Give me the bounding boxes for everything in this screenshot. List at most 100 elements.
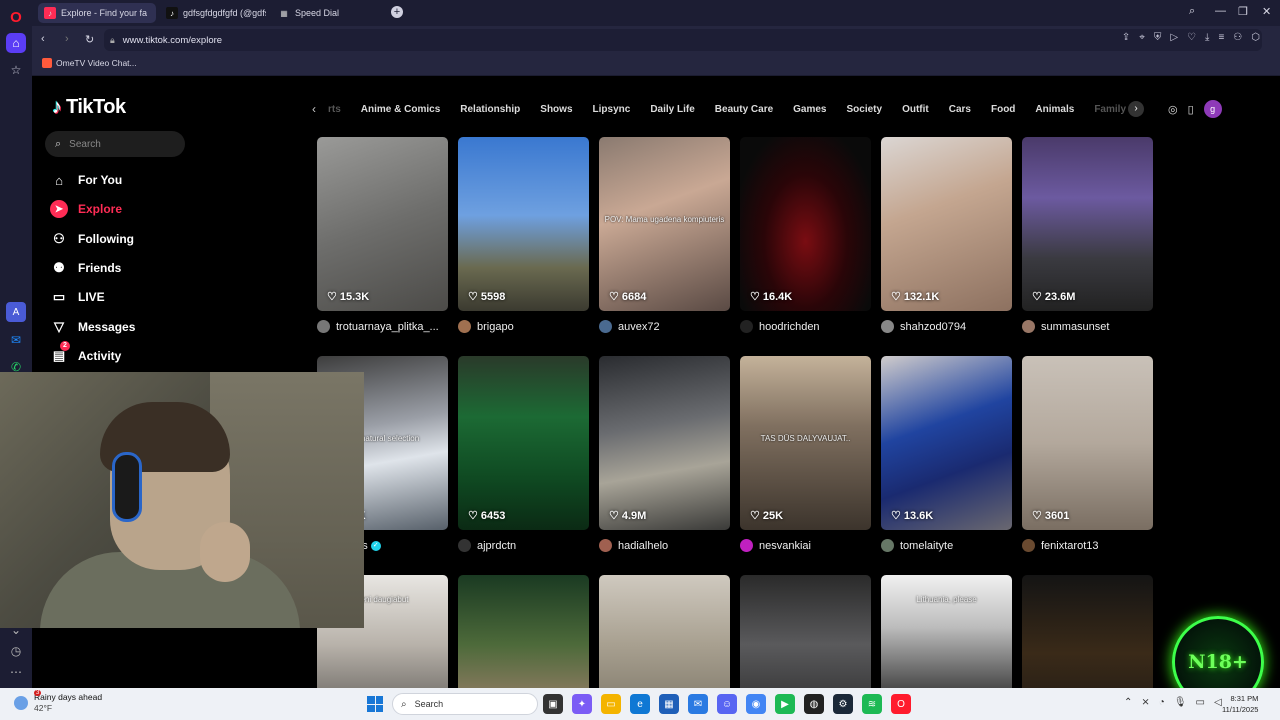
video-author[interactable]: ajprdctn [458, 539, 589, 552]
heart-icon[interactable]: ♡ [1187, 32, 1196, 43]
tab-profile[interactable]: ♪ gdfsgfdgdfgfd (@gdfsgfd [160, 3, 266, 23]
nav-following[interactable]: ⚇ Following [50, 230, 134, 248]
author-name[interactable]: tomelaityte [900, 540, 953, 552]
edge-icon[interactable]: e [630, 694, 650, 714]
url-field[interactable]: 🔒︎ www.tiktok.com/explore [104, 29, 1262, 51]
tab-speed-dial[interactable]: ▦ Speed Dial [272, 3, 362, 23]
category-tab[interactable]: Food [991, 104, 1015, 115]
shield-icon[interactable]: ⛨ [1154, 32, 1162, 43]
author-name[interactable]: hoodrichden [759, 321, 820, 333]
video-author[interactable]: hadialhelo [599, 539, 730, 552]
avatar[interactable] [599, 320, 612, 333]
terminal-icon[interactable]: ▶ [775, 694, 795, 714]
video-thumbnail[interactable]: ♡ 132.1K [881, 137, 1012, 311]
category-tab[interactable]: Shows [540, 104, 572, 115]
video-author[interactable]: fenixtarot13 [1022, 539, 1153, 552]
chevron-right-icon[interactable]: › [1128, 101, 1144, 117]
category-tab[interactable]: Family [1094, 104, 1126, 115]
video-thumbnail[interactable]: TAS DŪS DALYVAUJAT.. ♡ 25K [740, 356, 871, 530]
category-tab[interactable]: Games [793, 104, 826, 115]
video-card[interactable]: ♡ 15.3K trotuarnaya_plitka_... [317, 137, 448, 333]
maximize-button[interactable]: ❐ [1238, 5, 1248, 18]
video-author[interactable]: shahzod0794 [881, 320, 1012, 333]
copilot-icon[interactable]: ✦ [572, 694, 592, 714]
home-icon[interactable]: ⌂ [6, 33, 26, 53]
search-tabs-icon[interactable]: ⌕ [1189, 5, 1195, 18]
author-name[interactable]: trotuarnaya_plitka_... [336, 321, 439, 333]
video-card[interactable]: Lithuania, please [881, 575, 1012, 688]
opera-icon[interactable]: O [891, 694, 911, 714]
video-card[interactable] [740, 575, 871, 688]
task-view-icon[interactable]: ▣ [543, 694, 563, 714]
camera-icon[interactable]: ⌖ [1139, 32, 1145, 43]
video-card[interactable]: ♡ 16.4K hoodrichden [740, 137, 871, 333]
author-name[interactable]: shahzod0794 [900, 321, 966, 333]
video-author[interactable]: trotuarnaya_plitka_... [317, 320, 448, 333]
nav-activity[interactable]: ▤ 2 Activity [50, 341, 121, 365]
category-tab[interactable]: Outfit [902, 104, 929, 115]
video-card[interactable]: ♡ 4.9M hadialhelo [599, 356, 730, 552]
author-name[interactable]: summasunset [1041, 321, 1109, 333]
store-icon[interactable]: ▦ [659, 694, 679, 714]
avatar[interactable] [881, 320, 894, 333]
file-explorer-icon[interactable]: ▭ [601, 694, 621, 714]
avatar[interactable] [317, 320, 330, 333]
forward-button[interactable]: › [65, 33, 69, 45]
video-author[interactable]: nesvankiai [740, 539, 871, 552]
chevron-up-icon[interactable]: ⌃ [1124, 697, 1132, 708]
video-author[interactable]: hoodrichden [740, 320, 871, 333]
play-icon[interactable]: ▷ [1170, 32, 1178, 43]
avatar[interactable] [458, 539, 471, 552]
video-card[interactable] [458, 575, 589, 688]
category-tab[interactable]: Animals [1035, 104, 1074, 115]
search-input[interactable]: ⌕ Search [45, 131, 185, 157]
category-tab[interactable]: Relationship [460, 104, 520, 115]
nav-friends[interactable]: ⚉ Friends [50, 259, 121, 277]
video-author[interactable]: brigapo [458, 320, 589, 333]
star-icon[interactable]: ☆ [6, 60, 26, 80]
video-card[interactable]: TAS DŪS DALYVAUJAT.. ♡ 25K nesvankiai [740, 356, 871, 552]
outlook-icon[interactable]: ✉ [688, 694, 708, 714]
chrome-icon[interactable]: ◉ [746, 694, 766, 714]
windows-start-icon[interactable] [367, 696, 383, 712]
video-thumbnail[interactable] [1022, 575, 1153, 688]
video-author[interactable]: summasunset [1022, 320, 1153, 333]
profile-icon[interactable]: ⚇ [1233, 32, 1242, 43]
category-tab[interactable]: Beauty Care [715, 104, 773, 115]
network-icon[interactable]: ▭ [1196, 697, 1205, 708]
mobile-icon[interactable]: ▯ [1188, 103, 1194, 116]
discord-icon[interactable]: ☺ [717, 694, 737, 714]
category-tab[interactable]: Lipsync [593, 104, 631, 115]
video-thumbnail[interactable]: POV: Mama ugadena kompiuteris ♡ 6684 [599, 137, 730, 311]
close-button[interactable]: ✕ [1262, 5, 1271, 18]
video-thumbnail[interactable]: ♡ 4.9M [599, 356, 730, 530]
avatar[interactable] [1022, 539, 1035, 552]
video-thumbnail[interactable]: ♡ 16.4K [740, 137, 871, 311]
nav-messages[interactable]: ▽ Messages [50, 318, 135, 336]
video-card[interactable]: ♡ 132.1K shahzod0794 [881, 137, 1012, 333]
nav-explore[interactable]: ➤ Explore [50, 200, 122, 218]
video-thumbnail[interactable] [599, 575, 730, 688]
video-author[interactable]: tomelaityte [881, 539, 1012, 552]
chevron-left-icon[interactable]: ‹ [312, 102, 316, 116]
video-thumbnail[interactable]: ♡ 15.3K [317, 137, 448, 311]
avatar[interactable] [1022, 320, 1035, 333]
video-thumbnail[interactable] [458, 575, 589, 688]
tab-explore[interactable]: ♪ Explore - Find your fa [38, 3, 156, 23]
more-icon[interactable]: ⋯ [6, 662, 26, 682]
category-tab[interactable]: Daily Life [650, 104, 694, 115]
author-name[interactable]: hadialhelo [618, 540, 668, 552]
download-icon[interactable]: ⤓ [1205, 32, 1209, 43]
nav-live[interactable]: ▭ LIVE [50, 288, 105, 306]
avatar[interactable] [599, 539, 612, 552]
weather-widget[interactable]: 3 Rainy days ahead 42°F [14, 690, 102, 714]
compass-icon[interactable]: ◎ [1168, 103, 1178, 116]
video-card[interactable]: ♡ 6453 ajprdctn [458, 356, 589, 552]
aria-icon[interactable]: A [6, 302, 26, 322]
video-card[interactable] [1022, 575, 1153, 688]
minimize-button[interactable]: — [1215, 5, 1226, 17]
extensions-icon[interactable]: ⬡ [1251, 32, 1260, 43]
video-author[interactable]: auvex72 [599, 320, 730, 333]
video-card[interactable]: ♡ 23.6M summasunset [1022, 137, 1153, 333]
video-thumbnail[interactable]: ♡ 3601 [1022, 356, 1153, 530]
